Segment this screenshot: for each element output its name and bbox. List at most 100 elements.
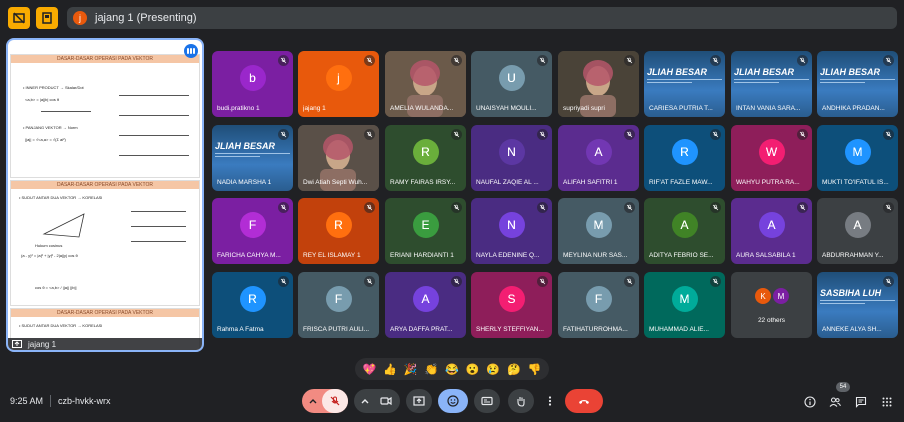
slide-text: • INNER PRODUCT → Skalar/Dot bbox=[23, 85, 84, 90]
participant-tile[interactable]: A ADITYA FEBRIO SE... bbox=[644, 198, 725, 264]
meeting-code[interactable]: czb-hvkk-wrx bbox=[58, 396, 111, 406]
present-screen-icon bbox=[12, 340, 22, 348]
participant-name: RAMY FAIRAS IRSY... bbox=[390, 179, 456, 186]
presenter-avatar: j bbox=[73, 11, 87, 25]
slide-rule bbox=[119, 115, 189, 116]
hand-icon bbox=[517, 397, 525, 407]
banner-title: JLIAH BESAR bbox=[820, 67, 881, 77]
slide-heading: DASAR-DASAR OPERASI PADA VEKTOR bbox=[11, 309, 199, 317]
avatar: F bbox=[585, 285, 612, 312]
presenter-name: jajang 1 bbox=[28, 339, 57, 349]
chat-icon[interactable] bbox=[854, 395, 868, 409]
mic-off-icon bbox=[710, 55, 721, 66]
presenting-label: jajang 1 (Presenting) bbox=[95, 12, 197, 24]
reactions-bar: 💖 👍 🎉 👏 😂 😮 😢 🤔 👎 bbox=[355, 358, 549, 380]
hand-raise-alert-icon[interactable] bbox=[8, 7, 30, 29]
participant-tile[interactable]: JLIAH BESAR ANDHIKA PRADAN... bbox=[817, 51, 898, 117]
participant-tile[interactable]: JLIAH BESAR NADIA MARSHA 1 bbox=[212, 125, 293, 191]
banner-subtitle bbox=[215, 153, 290, 157]
participant-tile[interactable]: K M 22 others bbox=[731, 272, 812, 338]
participant-tile[interactable]: F FARICHA CAHYA M... bbox=[212, 198, 293, 264]
reaction-emoji[interactable]: 💖 bbox=[362, 363, 376, 376]
reaction-emoji[interactable]: 👎 bbox=[528, 363, 542, 376]
stage-name-bar: jajang 1 bbox=[8, 338, 202, 350]
participant-tile[interactable]: A AURA SALSABILA 1 bbox=[731, 198, 812, 264]
participant-tile[interactable]: b budi.pratikno 1 bbox=[212, 51, 293, 117]
participant-tile[interactable]: A ABDURRAHMAN Y... bbox=[817, 198, 898, 264]
participant-tile[interactable]: R RIF'AT FAZLE MAW... bbox=[644, 125, 725, 191]
meeting-details-icon[interactable] bbox=[803, 395, 817, 409]
participant-tile[interactable]: JLIAH BESAR INTAN VANIA SARA... bbox=[731, 51, 812, 117]
reactions-button[interactable] bbox=[438, 389, 468, 413]
reaction-emoji[interactable]: 🤔 bbox=[507, 363, 521, 376]
participant-tile[interactable]: F FRISCA PUTRI AULI... bbox=[298, 272, 379, 338]
raise-hand-button[interactable] bbox=[508, 389, 534, 413]
banner-subtitle bbox=[734, 79, 809, 83]
participant-tile[interactable]: N NAUFAL ZAQIE AL ... bbox=[471, 125, 552, 191]
participant-tile[interactable]: j jajang 1 bbox=[298, 51, 379, 117]
avatar: W bbox=[758, 138, 785, 165]
participant-tile[interactable]: N NAYLA EDENINE Q... bbox=[471, 198, 552, 264]
present-now-button[interactable] bbox=[406, 389, 432, 413]
activities-icon[interactable] bbox=[880, 395, 894, 409]
participant-name: UNAISYAH MOULI... bbox=[476, 105, 537, 112]
mic-off-icon bbox=[883, 276, 894, 287]
divider bbox=[50, 395, 51, 407]
participant-tile[interactable]: S SHERLY STEFFIYAN... bbox=[471, 272, 552, 338]
more-options-button[interactable] bbox=[541, 389, 559, 413]
participant-tile[interactable]: A ALIFAH SAFITRI 1 bbox=[558, 125, 639, 191]
chevron-up-icon[interactable] bbox=[307, 395, 319, 407]
slide-rule bbox=[131, 226, 186, 227]
mic-off-icon bbox=[451, 276, 462, 287]
mic-off-icon bbox=[364, 276, 375, 287]
mic-off-button[interactable] bbox=[322, 389, 348, 413]
avatar: N bbox=[498, 138, 525, 165]
reaction-emoji[interactable]: 👏 bbox=[424, 363, 438, 376]
leave-call-button[interactable] bbox=[565, 389, 603, 413]
participant-tile[interactable]: JLIAH BESAR CARIESA PUTRIA T... bbox=[644, 51, 725, 117]
slide-text: cos θ = <a,b> / ||a|| ||b|| bbox=[35, 285, 77, 290]
participant-tile[interactable]: M MUHAMMAD ALIE... bbox=[644, 272, 725, 338]
reaction-emoji[interactable]: 🎉 bbox=[404, 363, 418, 376]
participant-tile[interactable]: M MEYLINA NUR SAS... bbox=[558, 198, 639, 264]
reaction-emoji[interactable]: 😢 bbox=[486, 363, 500, 376]
triangle-diagram bbox=[42, 213, 85, 238]
participant-tile[interactable]: R REY EL ISLAMAY 1 bbox=[298, 198, 379, 264]
reaction-emoji[interactable]: 😂 bbox=[445, 363, 459, 376]
mic-off-icon bbox=[278, 202, 289, 213]
warning-panel-icon[interactable] bbox=[36, 7, 58, 29]
participant-name: FARICHA CAHYA M... bbox=[217, 252, 281, 259]
participant-name: SHERLY STEFFIYAN... bbox=[476, 326, 544, 333]
participant-name: MUHAMMAD ALIE... bbox=[649, 326, 709, 333]
participant-tile[interactable]: M MUKTI TO'IFATUL IS... bbox=[817, 125, 898, 191]
participant-tile[interactable]: A ARYA DAFFA PRAT... bbox=[385, 272, 466, 338]
reaction-emoji[interactable]: 👍 bbox=[383, 363, 397, 376]
participant-tile[interactable]: R Rahma A Fatma bbox=[212, 272, 293, 338]
mic-off-icon bbox=[364, 129, 375, 140]
presentation-stage[interactable]: DASAR-DASAR OPERASI PADA VEKTOR • INNER … bbox=[6, 38, 204, 352]
mic-off-icon bbox=[797, 129, 808, 140]
participant-tile[interactable]: AMELIA WULANDA... bbox=[385, 51, 466, 117]
camera-toggle-group[interactable] bbox=[354, 389, 400, 413]
participant-tile[interactable]: F FATIHATURROHMA... bbox=[558, 272, 639, 338]
mic-off-icon bbox=[797, 55, 808, 66]
reaction-emoji[interactable]: 😮 bbox=[466, 363, 480, 376]
participant-tile[interactable]: E ERIANI HARDIANTI 1 bbox=[385, 198, 466, 264]
slide-text: ||a|| = √<a,a> = √(Σ ai²) bbox=[25, 137, 66, 142]
camera-icon[interactable] bbox=[380, 395, 392, 407]
participant-tile[interactable]: R RAMY FAIRAS IRSY... bbox=[385, 125, 466, 191]
slide-text: • SUDUT ANTAR DUA VEKTOR → KORELASI bbox=[19, 323, 103, 328]
participant-tile[interactable]: Dwi Atiah Septi Wuh... bbox=[298, 125, 379, 191]
slide-text: • SUDUT ANTAR DUA VEKTOR → KORELASI bbox=[19, 195, 103, 200]
slide-rule bbox=[119, 135, 189, 136]
slide-heading: DASAR-DASAR OPERASI PADA VEKTOR bbox=[11, 55, 199, 63]
participant-tile[interactable]: supriyadi supri bbox=[558, 51, 639, 117]
captions-button[interactable] bbox=[474, 389, 500, 413]
participant-tile[interactable]: U UNAISYAH MOULI... bbox=[471, 51, 552, 117]
chevron-up-icon[interactable] bbox=[359, 395, 371, 407]
participant-tile[interactable]: W WAHYU PUTRA RA... bbox=[731, 125, 812, 191]
mic-off-icon bbox=[710, 276, 721, 287]
people-icon[interactable] bbox=[828, 395, 842, 409]
mic-toggle-group[interactable] bbox=[302, 389, 348, 413]
participant-tile[interactable]: SASBIHA LUH ANNEKE ALYA SH... bbox=[817, 272, 898, 338]
